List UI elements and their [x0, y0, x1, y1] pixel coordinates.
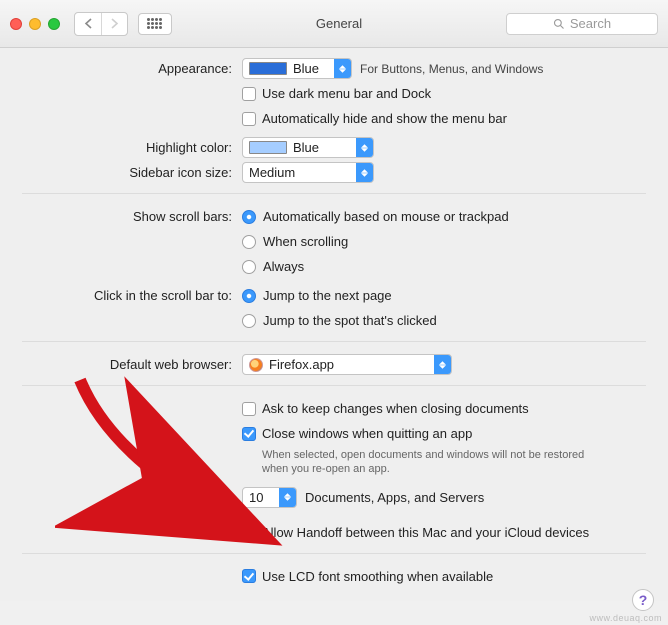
separator — [22, 341, 646, 342]
appearance-hint: For Buttons, Menus, and Windows — [360, 62, 543, 76]
scrollclick-nextpage-label: Jump to the next page — [263, 288, 392, 303]
checkbox-icon — [242, 402, 256, 416]
minimize-window-button[interactable] — [29, 18, 41, 30]
recent-items-suffix: Documents, Apps, and Servers — [305, 490, 484, 505]
scrollclick-nextpage-radio[interactable]: Jump to the next page — [242, 288, 392, 303]
scrollbars-scrolling-radio[interactable]: When scrolling — [242, 234, 348, 249]
firefox-icon — [249, 358, 263, 372]
highlight-label: Highlight color: — [22, 140, 242, 155]
lightblue-swatch-icon — [249, 141, 287, 154]
recent-items-label: Recent items: — [22, 490, 242, 505]
scrollbars-always-label: Always — [263, 259, 304, 274]
recent-items-value: 10 — [249, 490, 263, 505]
radio-icon — [242, 260, 256, 274]
blue-swatch-icon — [249, 62, 287, 75]
checkbox-icon — [242, 427, 256, 441]
radio-icon — [242, 235, 256, 249]
search-field[interactable]: Search — [506, 13, 658, 35]
auto-hide-label: Automatically hide and show the menu bar — [262, 111, 507, 126]
sidebar-size-value: Medium — [249, 165, 295, 180]
window-title: General — [182, 16, 496, 31]
help-button[interactable]: ? — [632, 589, 654, 611]
sidebar-size-label: Sidebar icon size: — [22, 165, 242, 180]
chevron-updown-icon — [356, 163, 373, 182]
appearance-label: Appearance: — [22, 61, 242, 76]
appearance-popup[interactable]: Blue — [242, 58, 352, 79]
handoff-label: Allow Handoff between this Mac and your … — [262, 525, 589, 540]
scrollclick-spot-radio[interactable]: Jump to the spot that's clicked — [242, 313, 437, 328]
checkbox-icon — [242, 525, 256, 539]
recent-items-popup[interactable]: 10 — [242, 487, 297, 508]
separator — [22, 193, 646, 194]
general-pane: Appearance: Blue For Buttons, Menus, and… — [0, 48, 668, 601]
radio-icon — [242, 289, 256, 303]
back-button[interactable] — [75, 13, 101, 35]
scrollbars-auto-radio[interactable]: Automatically based on mouse or trackpad — [242, 209, 509, 224]
browser-value: Firefox.app — [269, 357, 334, 372]
browser-label: Default web browser: — [22, 357, 242, 372]
close-windows-note: When selected, open documents and window… — [262, 448, 602, 477]
ask-keep-label: Ask to keep changes when closing documen… — [262, 401, 529, 416]
scrollclick-label: Click in the scroll bar to: — [22, 288, 242, 303]
appearance-value: Blue — [293, 61, 319, 76]
watermark: www.deuaq.com — [589, 613, 662, 623]
separator — [22, 385, 646, 386]
forward-button[interactable] — [101, 13, 127, 35]
close-windows-label: Close windows when quitting an app — [262, 426, 472, 441]
browser-popup[interactable]: Firefox.app — [242, 354, 452, 375]
radio-icon — [242, 210, 256, 224]
chevron-updown-icon — [434, 355, 451, 374]
nav-buttons — [74, 12, 128, 36]
dark-menu-label: Use dark menu bar and Dock — [262, 86, 431, 101]
chevron-updown-icon — [279, 488, 296, 507]
dark-menu-checkbox-row[interactable]: Use dark menu bar and Dock — [242, 86, 431, 101]
close-window-button[interactable] — [10, 18, 22, 30]
radio-icon — [242, 314, 256, 328]
close-windows-checkbox-row[interactable]: Close windows when quitting an app — [242, 426, 472, 441]
separator — [22, 553, 646, 554]
highlight-popup[interactable]: Blue — [242, 137, 374, 158]
scrollbars-auto-label: Automatically based on mouse or trackpad — [263, 209, 509, 224]
scrollbars-always-radio[interactable]: Always — [242, 259, 304, 274]
search-icon — [553, 18, 565, 30]
auto-hide-menubar-checkbox-row[interactable]: Automatically hide and show the menu bar — [242, 111, 507, 126]
ask-keep-changes-checkbox-row[interactable]: Ask to keep changes when closing documen… — [242, 401, 529, 416]
lcd-label: Use LCD font smoothing when available — [262, 569, 493, 584]
checkbox-icon — [242, 87, 256, 101]
zoom-window-button[interactable] — [48, 18, 60, 30]
scrollbars-scrolling-label: When scrolling — [263, 234, 348, 249]
scrollbars-label: Show scroll bars: — [22, 209, 242, 224]
handoff-checkbox-row[interactable]: Allow Handoff between this Mac and your … — [242, 525, 589, 540]
sidebar-size-popup[interactable]: Medium — [242, 162, 374, 183]
lcd-smoothing-checkbox-row[interactable]: Use LCD font smoothing when available — [242, 569, 493, 584]
scrollclick-spot-label: Jump to the spot that's clicked — [263, 313, 437, 328]
chevron-updown-icon — [334, 59, 351, 78]
checkbox-icon — [242, 569, 256, 583]
search-placeholder: Search — [570, 16, 611, 31]
chevron-updown-icon — [356, 138, 373, 157]
show-all-button[interactable] — [138, 13, 172, 35]
checkbox-icon — [242, 112, 256, 126]
titlebar: General Search — [0, 0, 668, 48]
highlight-value: Blue — [293, 140, 319, 155]
window-controls — [10, 18, 60, 30]
